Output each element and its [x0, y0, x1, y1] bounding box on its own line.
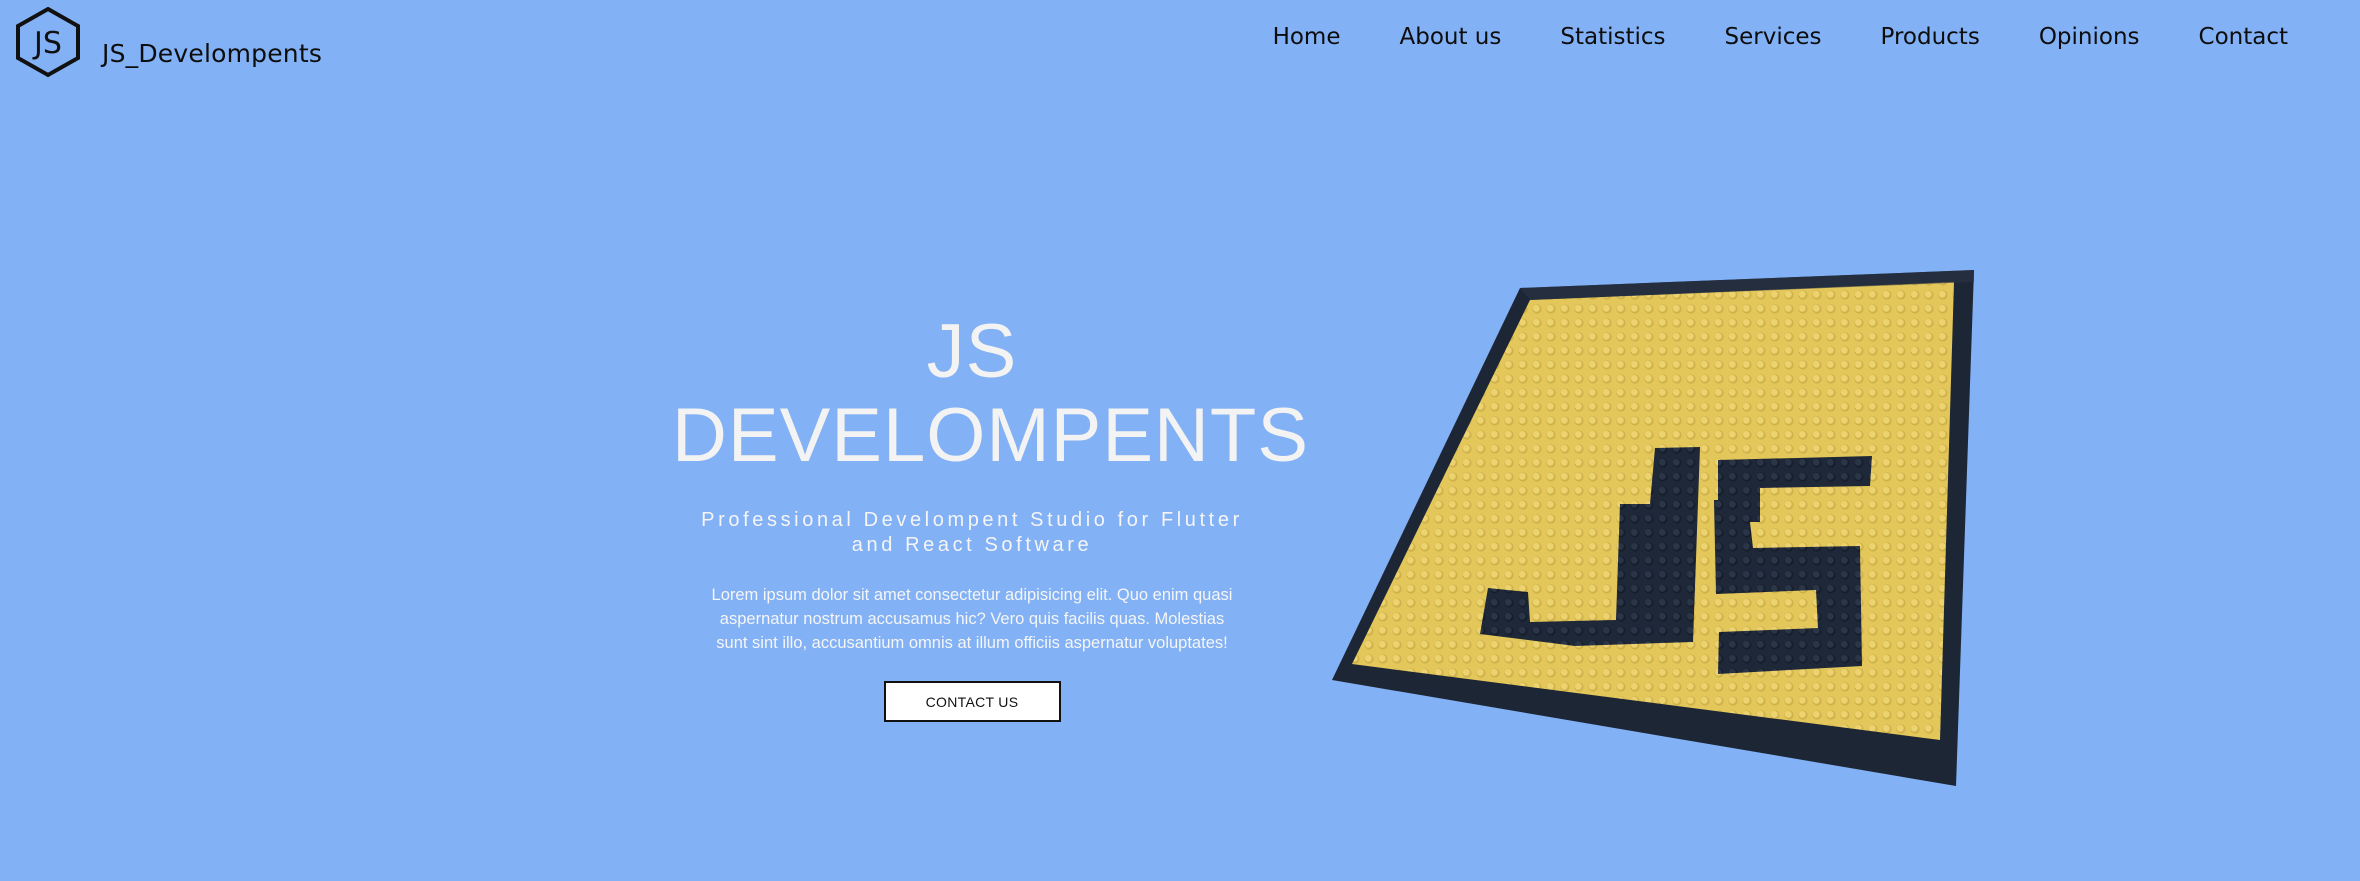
hero-title-line-1: JS [926, 309, 1018, 394]
main-nav: Home About us Statistics Services Produc… [1273, 24, 2288, 50]
nav-opinions[interactable]: Opinions [2039, 24, 2140, 50]
js-lego-image [1332, 270, 1974, 786]
hero-description: Lorem ipsum dolor sit amet consectetur a… [711, 586, 1233, 652]
nav-services[interactable]: Services [1725, 24, 1822, 50]
hero-title-line-2: DEVELOMPENTS [672, 393, 1310, 478]
hero-subtitle: Professional Develompent Studio for Flut… [701, 509, 1243, 556]
nav-products[interactable]: Products [1881, 24, 1980, 50]
logo-text: JS [32, 26, 62, 61]
nav-statistics[interactable]: Statistics [1560, 24, 1665, 50]
hero-title: JS DEVELOMPENTS [672, 309, 1310, 478]
nodejs-hexagon-icon: JS [16, 6, 80, 78]
logo[interactable]: JS JS_Develompents [14, 6, 322, 78]
nav-about-us[interactable]: About us [1399, 24, 1501, 50]
nav-home[interactable]: Home [1273, 24, 1341, 50]
nav-contact[interactable]: Contact [2199, 24, 2288, 50]
brand-name: JS_Develompents [102, 39, 323, 68]
hero-section: JS DEVELOMPENTS Professional Develompent… [672, 309, 1310, 722]
contact-us-button[interactable]: CONTACT US [883, 681, 1061, 722]
